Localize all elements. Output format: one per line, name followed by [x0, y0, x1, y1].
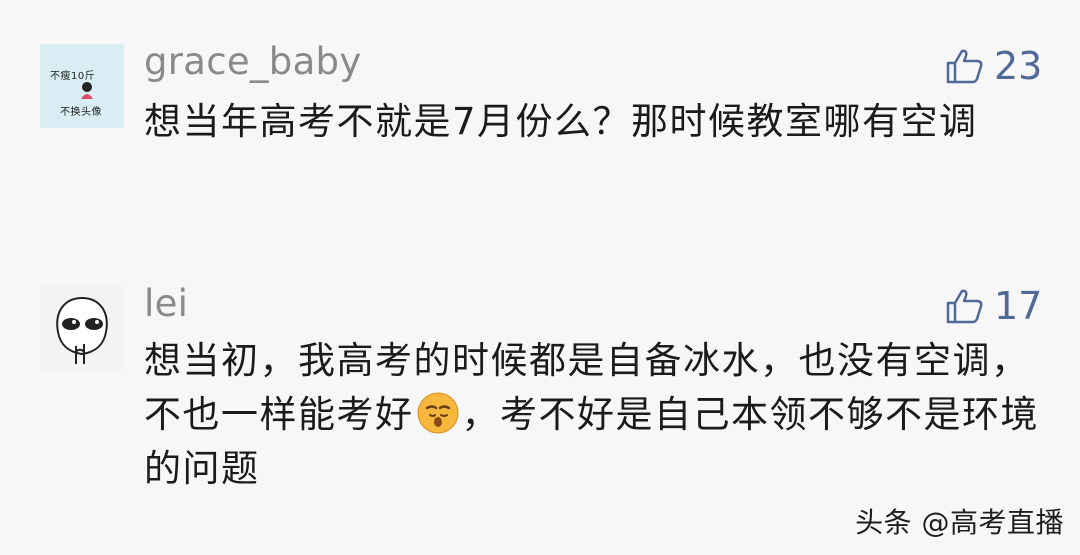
comment-text: 想当年高考不就是7月份么？那时候教室哪有空调: [144, 100, 978, 143]
avatar-caption-bottom: 不换头像: [60, 107, 102, 118]
comment-grace-baby: 不瘦10斤 不换头像 grace_baby 23 想当年高考不就是7月份么？那时…: [0, 0, 1080, 250]
watermark: 头条 @高考直播: [855, 506, 1064, 539]
avatar-caption-top: 不瘦10斤: [50, 71, 96, 82]
like-count: 17: [994, 284, 1043, 328]
username[interactable]: grace_baby: [144, 40, 362, 83]
cartoon-face-icon: [56, 296, 108, 364]
thumbs-up-icon: [946, 289, 983, 324]
username[interactable]: lei: [144, 282, 188, 325]
thumbs-up-icon: [946, 49, 983, 84]
like-count: 23: [994, 44, 1043, 88]
avatar[interactable]: 不瘦10斤 不换头像: [40, 44, 124, 128]
sleepy-face-emoji-icon: [417, 392, 458, 434]
comment-text: 想当初，我高考的时候都是自备冰水，也没有空调，不也一样能考好 ，考不好是自己本领…: [144, 334, 1044, 496]
like-button[interactable]: 17: [944, 284, 1042, 328]
avatar[interactable]: [40, 286, 124, 370]
avatar-girl-icon: [81, 82, 93, 99]
like-button[interactable]: 23: [944, 44, 1042, 88]
